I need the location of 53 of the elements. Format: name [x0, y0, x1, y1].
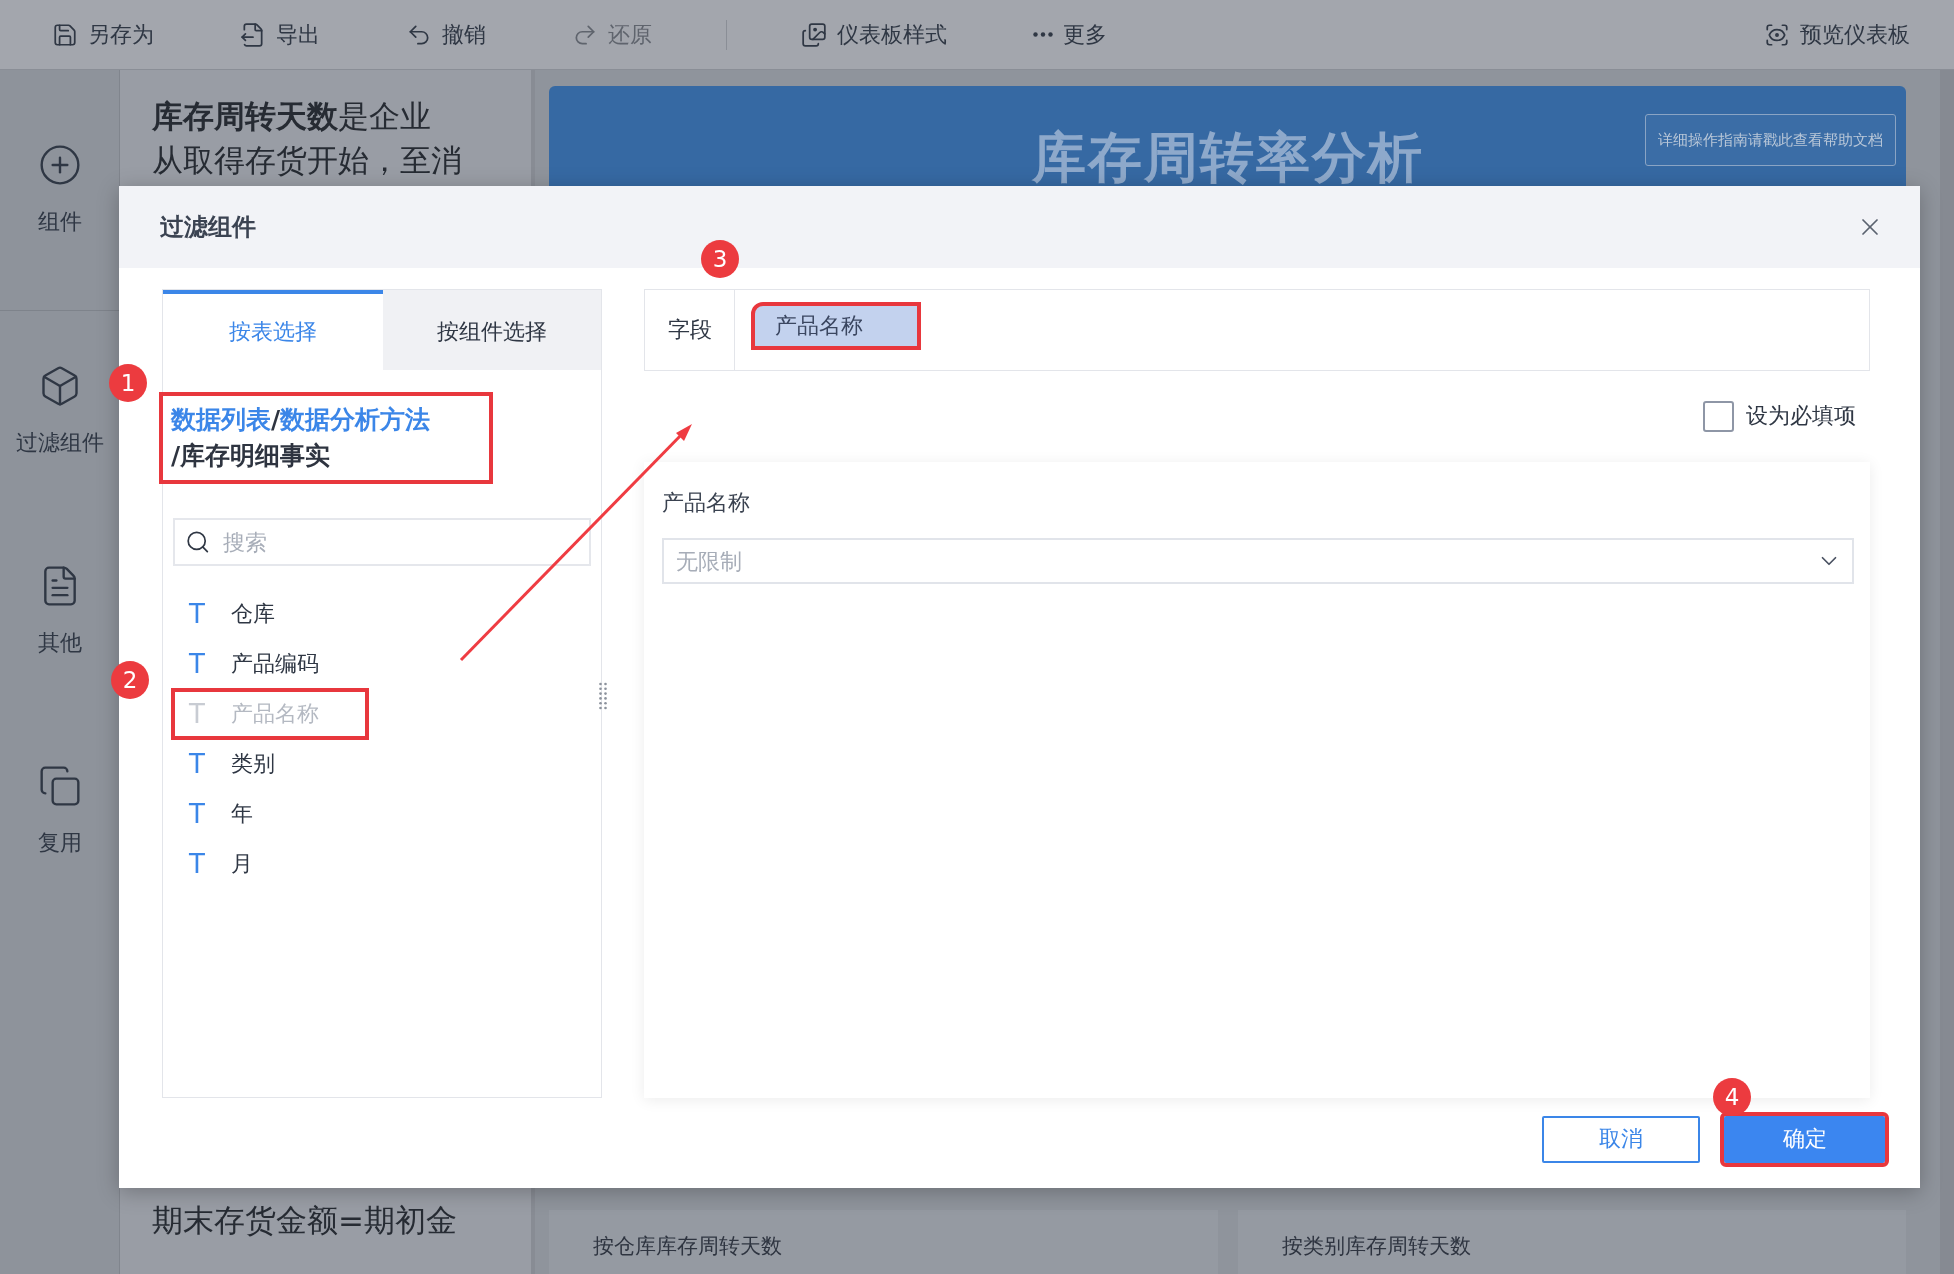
intro-text: 从取得存货开始，至消: [152, 141, 463, 180]
eye-icon: [1764, 21, 1790, 48]
filter-label: 产品名称: [662, 489, 751, 517]
banner-title: 库存周转率分析: [1031, 125, 1424, 191]
chart-title: 按类别库存周转天数: [1237, 1210, 1906, 1274]
copy-icon: [37, 764, 82, 808]
field-name: 仓库: [230, 600, 275, 628]
preview-button[interactable]: 预览仪表板: [1760, 15, 1914, 54]
dialog-title: 过滤组件: [160, 212, 256, 243]
text-type-icon: T: [189, 599, 205, 629]
chart-title: 按仓库库存周转天数: [549, 1210, 1218, 1274]
text-type-icon: T: [189, 749, 205, 779]
toolbar-button[interactable]: 撤销: [402, 15, 490, 54]
toolbar-button[interactable]: 导出: [236, 15, 324, 54]
field-item[interactable]: T 年: [173, 790, 367, 838]
step-badge: 4: [1713, 1078, 1751, 1116]
toolbar-button[interactable]: 另存为: [48, 15, 158, 54]
text-type-icon: T: [189, 649, 205, 679]
field-item[interactable]: T 仓库: [173, 590, 367, 638]
step-badge: 1: [109, 364, 147, 402]
field-item[interactable]: T 月: [173, 840, 367, 888]
field-name: 年: [230, 800, 253, 828]
field-item[interactable]: T 产品编码: [173, 640, 367, 688]
sidebar-item[interactable]: 复用: [0, 711, 119, 911]
intro-text: 库存周转天数是企业: [152, 97, 432, 136]
toolbar-button[interactable]: 更多: [1029, 15, 1111, 54]
image-icon: [801, 21, 827, 48]
help-button[interactable]: 详细操作指南请戳此查看帮助文档: [1645, 114, 1896, 166]
export-icon: [240, 21, 266, 48]
more-icon: [1033, 32, 1053, 37]
cancel-button[interactable]: 取消: [1542, 1115, 1700, 1163]
drag-handle-icon[interactable]: [599, 682, 607, 710]
field-name: 月: [230, 850, 253, 878]
field-name: 产品名称: [230, 700, 319, 728]
value-select[interactable]: 无限制: [662, 538, 1854, 584]
tab[interactable]: 按组件选择: [383, 290, 601, 370]
required-label: 设为必填项: [1746, 402, 1856, 430]
search-field[interactable]: 搜索: [173, 518, 591, 566]
field-name: 类别: [230, 750, 275, 778]
required-checkbox[interactable]: [1703, 400, 1734, 432]
formula-text: 期末存货金额=期初金: [152, 1201, 458, 1240]
field-name: 产品编码: [230, 650, 319, 678]
step-badge: 3: [701, 240, 739, 278]
field-tag[interactable]: 产品名称: [751, 302, 921, 350]
sidebar-item[interactable]: 组件: [0, 70, 119, 310]
field-item[interactable]: T 类别: [173, 740, 367, 788]
step-badge: 2: [111, 661, 149, 699]
text-type-icon: T: [189, 799, 205, 829]
table-path: 数据列表/数据分析方法 /库存明细事实: [159, 392, 493, 484]
text-type-icon: T: [189, 849, 205, 879]
toolbar-button[interactable]: 仪表板样式: [797, 15, 951, 54]
save-icon: [52, 21, 78, 48]
field-row-label: 字段: [645, 290, 735, 370]
